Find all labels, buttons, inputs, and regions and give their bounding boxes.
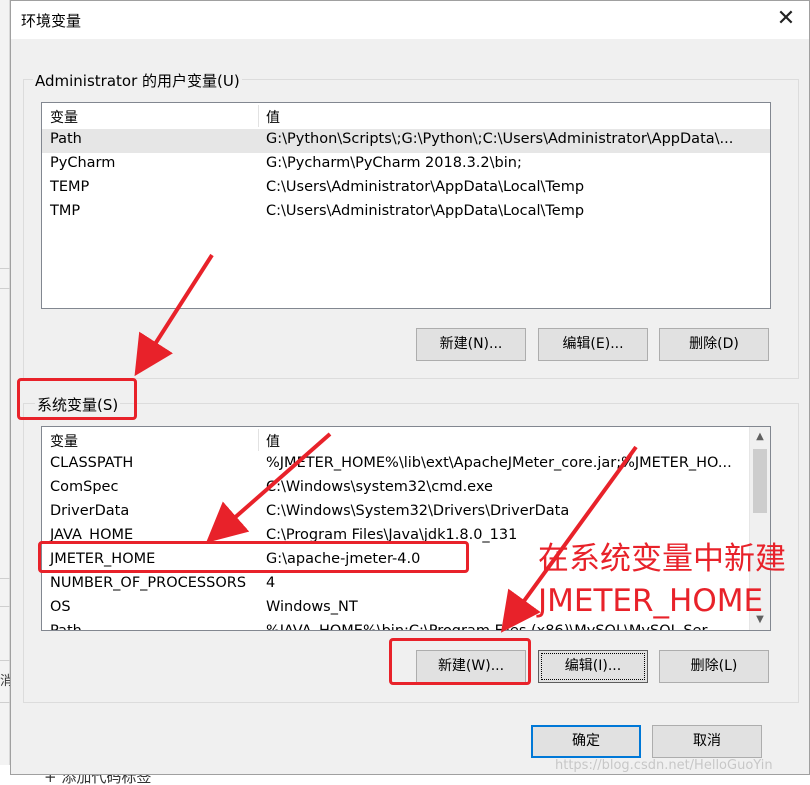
list-item[interactable]: DriverData C:\Windows\System32\Drivers\D… (42, 501, 770, 525)
header-variable[interactable]: 变量 (50, 107, 78, 127)
user-vars-header: 变量 值 (42, 103, 770, 129)
user-vars-list[interactable]: 变量 值 Path G:\Python\Scripts\;G:\Python\;… (41, 102, 771, 309)
list-item[interactable]: ComSpec C:\Windows\system32\cmd.exe (42, 477, 770, 501)
sys-vars-list[interactable]: 变量 值 CLASSPATH %JMETER_HOME%\lib\ext\Apa… (41, 426, 771, 631)
header-value[interactable]: 值 (266, 107, 280, 127)
dialog-title: 环境变量 (21, 12, 82, 30)
sys-delete-button[interactable]: 删除(L) (659, 650, 769, 683)
cancel-button[interactable]: 取消 (652, 725, 762, 758)
watermark: https://blog.csdn.net/HelloGuoYin (555, 758, 773, 773)
scroll-down-icon[interactable]: ▼ (750, 610, 770, 630)
header-variable[interactable]: 变量 (50, 431, 78, 451)
background-window-edge (0, 0, 10, 785)
user-new-button[interactable]: 新建(N)... (416, 328, 526, 361)
title-bar: 环境变量 ✕ (11, 1, 809, 39)
list-item[interactable]: JMETER_HOME G:\apache-jmeter-4.0 (42, 549, 770, 573)
list-item[interactable]: CLASSPATH %JMETER_HOME%\lib\ext\ApacheJM… (42, 453, 770, 477)
list-item[interactable]: Path %JAVA_HOME%\bin;C:\Program Files (x… (42, 621, 770, 630)
close-icon[interactable]: ✕ (771, 5, 801, 35)
sys-vars-label: 系统变量(S) (35, 394, 121, 415)
user-vars-label: Administrator 的用户变量(U) (33, 70, 242, 91)
scroll-up-icon[interactable]: ▲ (750, 427, 770, 447)
list-item[interactable]: OS Windows_NT (42, 597, 770, 621)
env-vars-dialog: 环境变量 ✕ Administrator 的用户变量(U) 变量 值 Path … (10, 0, 810, 775)
scroll-thumb[interactable] (753, 449, 767, 513)
ok-button[interactable]: 确定 (531, 725, 641, 758)
sys-edit-button[interactable]: 编辑(I)... (538, 650, 648, 683)
user-delete-button[interactable]: 删除(D) (659, 328, 769, 361)
list-item[interactable]: TMP C:\Users\Administrator\AppData\Local… (42, 201, 770, 225)
list-item[interactable]: PyCharm G:\Pycharm\PyCharm 2018.3.2\bin; (42, 153, 770, 177)
list-item[interactable]: JAVA_HOME C:\Program Files\Java\jdk1.8.0… (42, 525, 770, 549)
list-item[interactable]: TEMP C:\Users\Administrator\AppData\Loca… (42, 177, 770, 201)
user-edit-button[interactable]: 编辑(E)... (538, 328, 648, 361)
header-value[interactable]: 值 (266, 431, 280, 451)
list-item[interactable]: NUMBER_OF_PROCESSORS 4 (42, 573, 770, 597)
list-item[interactable]: Path G:\Python\Scripts\;G:\Python\;C:\Us… (42, 129, 770, 153)
sys-vars-scrollbar[interactable]: ▲ ▼ (749, 427, 770, 630)
sys-vars-header: 变量 值 (42, 427, 770, 453)
sys-new-button[interactable]: 新建(W)... (416, 650, 526, 683)
